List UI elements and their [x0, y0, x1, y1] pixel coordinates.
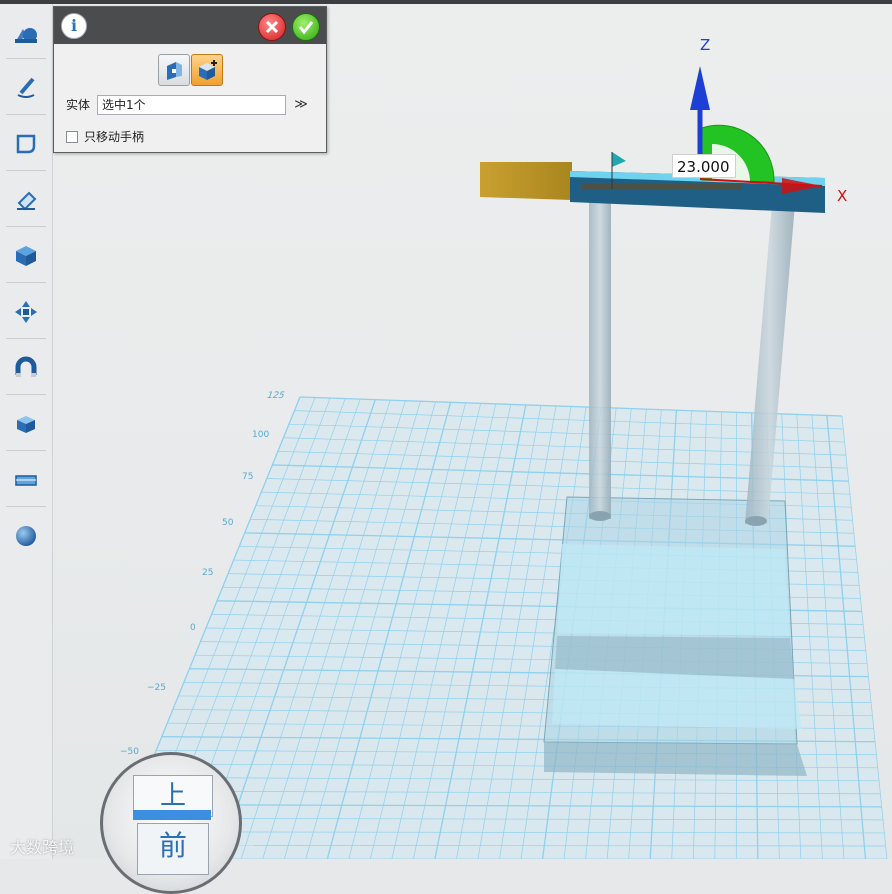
move-panel: i 实体 选中1个 ≫ 只移动手柄 [53, 6, 327, 153]
cancel-icon[interactable] [258, 13, 286, 41]
measure-icon[interactable] [6, 460, 46, 500]
move-mode-2-button[interactable] [191, 54, 223, 86]
watermark: 大数跨境 [10, 834, 74, 858]
magnet-icon[interactable] [6, 348, 46, 388]
move-handle-only-checkbox[interactable] [66, 131, 78, 143]
grid-label: 100 [252, 430, 269, 440]
move-mode-1-button[interactable] [158, 54, 190, 86]
solid-cube-icon[interactable] [6, 236, 46, 276]
axis-x-label: X [837, 187, 847, 205]
grid-label: 50 [222, 518, 233, 528]
move-handle-only-option[interactable]: 只移动手柄 [66, 128, 144, 145]
grid-label: −50 [120, 747, 139, 757]
expand-chevron-icon[interactable]: ≫ [292, 94, 310, 116]
sketch-edit-icon[interactable] [6, 124, 46, 164]
confirm-icon[interactable] [292, 13, 320, 41]
panel-body: 实体 选中1个 ≫ 只移动手柄 [54, 44, 326, 152]
base-block[interactable] [544, 497, 807, 776]
move-handle-only-label: 只移动手柄 [84, 128, 144, 145]
grid-label: 25 [202, 568, 213, 578]
grid-label: 75 [242, 472, 253, 482]
box-edit-icon[interactable] [6, 404, 46, 444]
grid-label: −25 [147, 683, 166, 693]
entity-label: 实体 [66, 96, 90, 113]
pen-draw-icon[interactable] [6, 68, 46, 108]
grid-label: 0 [190, 623, 196, 633]
entity-field[interactable]: 选中1个 [97, 95, 286, 115]
sphere-icon[interactable] [6, 516, 46, 556]
sketch-shapes-icon[interactable] [6, 14, 46, 54]
dimension-input[interactable]: 23.000 [672, 154, 736, 178]
view-cube[interactable]: 上 前 [100, 752, 242, 894]
move-arrows-icon[interactable] [6, 292, 46, 332]
left-leg[interactable] [589, 199, 611, 519]
axis-z-label: Z [700, 36, 710, 54]
panel-header: i [54, 7, 326, 44]
view-cube-front[interactable]: 前 [137, 823, 209, 875]
move-mode-1-icon [163, 59, 185, 81]
left-toolbar [0, 4, 53, 859]
grid-label: 125 [265, 391, 286, 401]
info-icon[interactable]: i [61, 13, 87, 39]
move-mode-2-icon [196, 59, 218, 81]
view-cube-edge[interactable] [133, 810, 211, 820]
eraser-icon[interactable] [6, 180, 46, 220]
